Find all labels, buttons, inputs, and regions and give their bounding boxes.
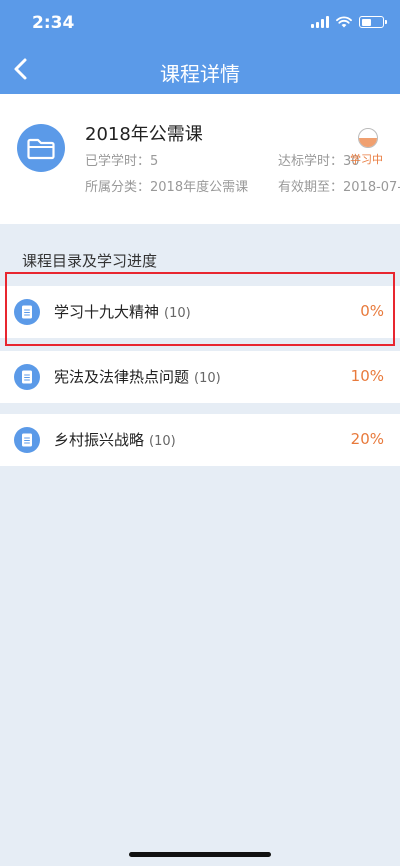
- chapter-row[interactable]: 宪法及法律热点问题 (10) 10%: [0, 351, 400, 403]
- course-category: 所属分类：2018年度公需课: [85, 180, 249, 195]
- folder-icon: [27, 138, 55, 160]
- course-icon: [17, 124, 65, 172]
- chapter-name: 乡村振兴战略: [54, 431, 145, 449]
- study-status-label: 学习中: [350, 153, 383, 166]
- document-icon: [22, 433, 32, 447]
- chapter-title: 乡村振兴战略 (10): [54, 429, 176, 450]
- wifi-icon: [336, 16, 352, 28]
- target-hours: 达标学时：30: [278, 154, 360, 169]
- page-title: 课程详情: [160, 62, 240, 86]
- chapter-count: (10): [149, 434, 176, 449]
- course-header: 2018年公需课 已学学时：5 达标学时：30 所属分类：2018年度公需课 有…: [0, 94, 400, 224]
- home-indicator[interactable]: [129, 852, 271, 857]
- learned-hours: 已学学时：5: [85, 154, 159, 169]
- status-bar: 2:34: [0, 0, 400, 44]
- status-time: 2:34: [32, 13, 75, 33]
- chapter-icon: [14, 427, 40, 453]
- chapter-progress: 20%: [350, 430, 384, 448]
- study-status-icon: [358, 128, 378, 148]
- highlight-box: [5, 272, 395, 346]
- catalog-title: 课程目录及学习进度: [22, 252, 158, 270]
- chapter-progress: 10%: [350, 367, 384, 385]
- chapter-icon: [14, 364, 40, 390]
- course-name: 2018年公需课: [85, 124, 203, 145]
- signal-icon: [311, 16, 329, 28]
- chapter-row[interactable]: 乡村振兴战略 (10) 20%: [0, 414, 400, 466]
- chapter-name: 宪法及法律热点问题: [54, 368, 190, 386]
- chapter-title: 宪法及法律热点问题 (10): [54, 366, 221, 387]
- document-icon: [22, 370, 32, 384]
- chapter-count: (10): [194, 371, 221, 386]
- battery-icon: [359, 16, 387, 28]
- status-icons: [311, 16, 387, 28]
- nav-bar: 课程详情: [0, 44, 400, 94]
- valid-until: 有效期至：2018-07-: [278, 180, 400, 195]
